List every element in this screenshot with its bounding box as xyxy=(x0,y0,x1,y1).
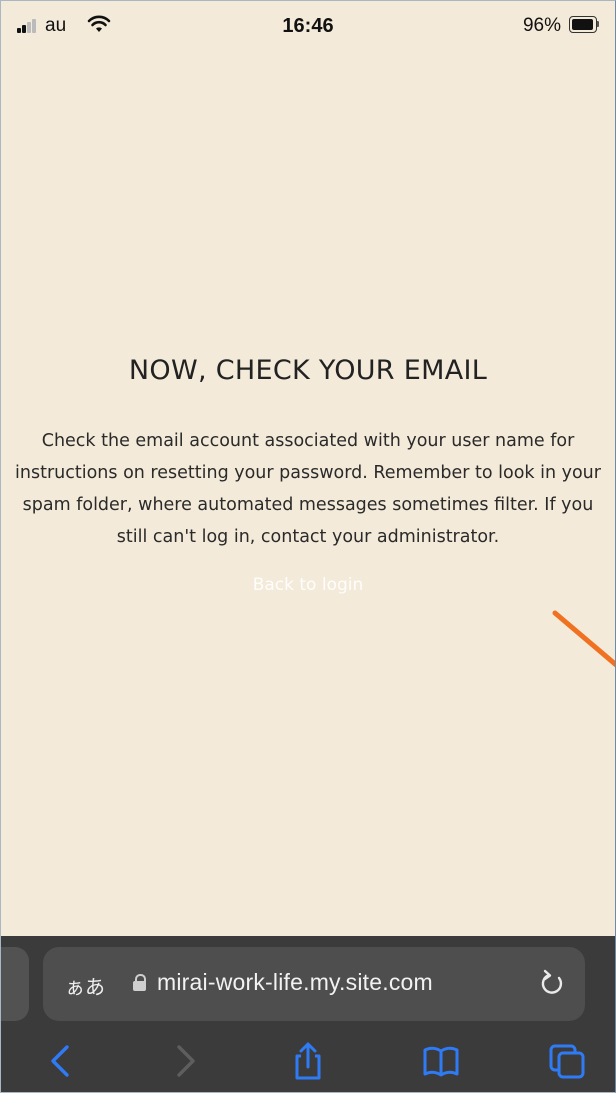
previous-tab-preview[interactable] xyxy=(1,947,29,1021)
share-icon[interactable] xyxy=(286,1041,330,1081)
reset-confirmation: NOW, CHECK YOUR EMAIL Check the email ac… xyxy=(1,341,615,595)
instructions-text: Check the email account associated with … xyxy=(15,431,601,547)
back-to-login-link[interactable]: Back to login xyxy=(253,575,364,595)
reload-icon[interactable] xyxy=(539,969,565,997)
tabs-icon[interactable] xyxy=(545,1041,589,1081)
address-bar[interactable]: ぁあ mirai-work-life.my.site.com xyxy=(43,947,585,1021)
forward-icon[interactable] xyxy=(163,1041,207,1081)
battery-icon xyxy=(569,16,599,33)
text-size-button[interactable]: ぁあ xyxy=(65,971,105,1000)
url-text[interactable]: mirai-work-life.my.site.com xyxy=(157,969,433,996)
back-icon[interactable] xyxy=(39,1041,83,1081)
phone-screen: au 16:46 96% NOW, CHECK YOUR EMAIL Check… xyxy=(0,0,616,1093)
battery-percentage: 96% xyxy=(522,15,561,36)
status-bar: au 16:46 96% xyxy=(1,1,615,53)
lock-icon xyxy=(133,974,146,991)
page-title: NOW, CHECK YOUR EMAIL xyxy=(128,355,488,386)
annotation-arrow-icon xyxy=(552,610,615,668)
book-icon[interactable] xyxy=(419,1041,463,1081)
